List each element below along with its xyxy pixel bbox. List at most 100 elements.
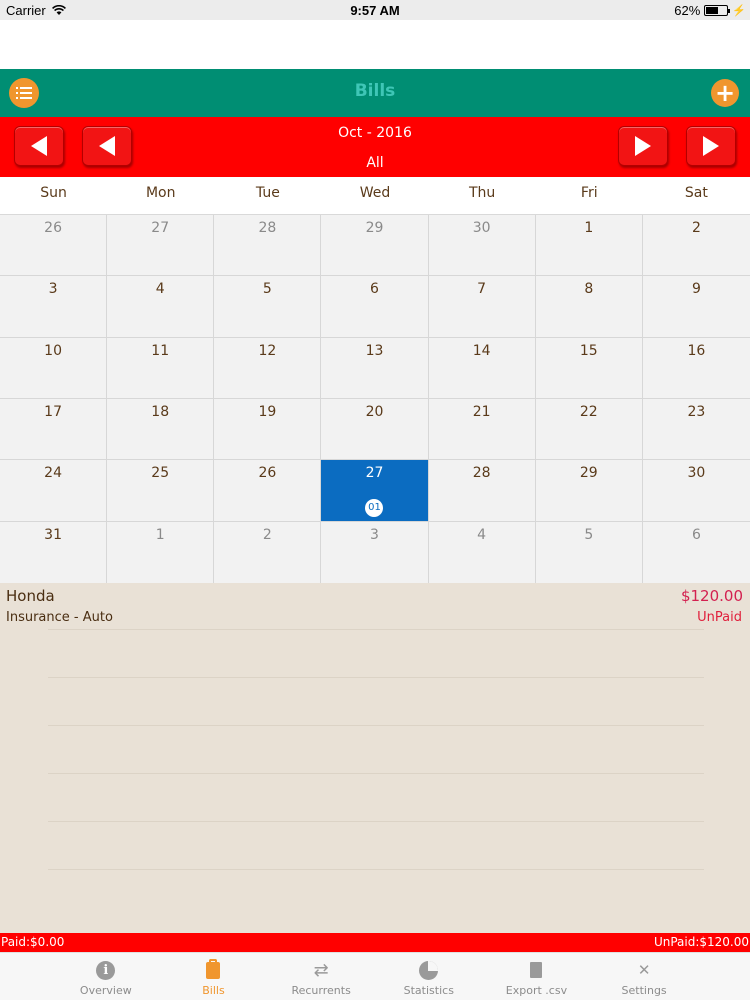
calendar-day[interactable]: 16	[642, 337, 750, 399]
calendar-day[interactable]: 12	[214, 337, 322, 399]
calendar-day[interactable]: 28	[214, 215, 322, 277]
tab-label: Settings	[621, 984, 667, 997]
calendar-day[interactable]: 7	[428, 276, 536, 338]
summary-bar: Paid:$0.00 UnPaid:$120.00	[0, 933, 750, 952]
calendar-day[interactable]: 9	[642, 276, 750, 338]
tab-label: Recurrents	[291, 984, 351, 997]
calendar-day[interactable]: 22	[535, 398, 643, 461]
weekday-label: Wed	[359, 185, 391, 201]
arrow-right-icon	[635, 136, 651, 156]
calendar-day[interactable]: 26	[0, 215, 108, 277]
bills-list: Honda Insurance - Auto $120.00 UnPaid	[0, 583, 750, 933]
page-title: Bills	[354, 81, 396, 101]
month-navigation: Oct - 2016 All	[0, 117, 750, 177]
calendar-day[interactable]: 8	[535, 276, 643, 338]
bill-category: Insurance - Auto	[6, 610, 113, 625]
tools-icon: ✕	[637, 961, 651, 979]
calendar-day[interactable]: 6	[321, 276, 429, 338]
calendar-day[interactable]: 30	[642, 460, 750, 522]
calendar-day[interactable]: 2	[214, 521, 322, 583]
tab-overview[interactable]: i Overview	[56, 953, 156, 1000]
calendar-day[interactable]: 18	[107, 398, 215, 461]
clock: 9:57 AM	[350, 3, 400, 18]
tab-label: Overview	[79, 984, 132, 997]
weekday-label: Sat	[684, 185, 708, 201]
paid-total: Paid:$0.00	[1, 935, 65, 949]
bill-row[interactable]: Honda Insurance - Auto $120.00 UnPaid	[0, 583, 750, 629]
calendar-day[interactable]: 23	[642, 398, 750, 461]
bills-icon	[206, 958, 221, 979]
calendar-day[interactable]: 29	[321, 215, 429, 277]
tab-export-csv[interactable]: Export .csv	[486, 953, 586, 1000]
repeat-icon: ⇄	[313, 959, 329, 981]
next-month-button[interactable]	[618, 126, 668, 166]
bill-name: Honda	[6, 587, 55, 605]
list-divider	[48, 869, 704, 870]
calendar-day[interactable]: 5	[535, 521, 643, 583]
calendar-day[interactable]: 25	[107, 460, 215, 522]
calendar-day[interactable]: 24	[0, 460, 108, 522]
unpaid-total: UnPaid:$120.00	[653, 935, 749, 949]
list-divider	[48, 821, 704, 822]
bill-count-badge: 01	[365, 498, 384, 517]
calendar-day[interactable]: 1	[107, 521, 215, 583]
weekday-header: Sun Mon Tue Wed Thu Fri Sat	[0, 177, 750, 215]
bill-amount: $120.00	[680, 587, 743, 605]
tab-settings[interactable]: ✕ Settings	[594, 953, 694, 1000]
bill-status: UnPaid	[697, 610, 742, 625]
tab-label: Statistics	[403, 984, 454, 997]
weekday-label: Thu	[468, 185, 496, 201]
list-divider	[48, 773, 704, 774]
calendar-day[interactable]: 26	[214, 460, 322, 522]
tab-label: Export .csv	[505, 984, 568, 997]
pie-chart-icon	[419, 960, 439, 980]
calendar-day[interactable]: 2	[642, 215, 750, 277]
calendar-day[interactable]: 3	[321, 521, 429, 583]
calendar-day[interactable]: 21	[428, 398, 536, 461]
title-bar: Bills +	[0, 69, 750, 117]
list-divider	[48, 725, 704, 726]
calendar-day[interactable]: 17	[0, 398, 108, 461]
calendar-grid: 26 27 28 29 30 1 2 3 4 5 6 7 8 9 10 11 1…	[0, 215, 750, 583]
calendar-day[interactable]: 31	[0, 521, 108, 583]
calendar-day[interactable]: 4	[428, 521, 536, 583]
calendar-day[interactable]: 5	[214, 276, 322, 338]
charging-icon: ⚡	[732, 5, 746, 17]
calendar-day[interactable]: 3	[0, 276, 108, 338]
calendar-day[interactable]: 27	[107, 215, 215, 277]
calendar-day[interactable]: 30	[428, 215, 536, 277]
tab-statistics[interactable]: Statistics	[379, 953, 479, 1000]
header-spacer	[0, 20, 750, 69]
calendar-day[interactable]: 4	[107, 276, 215, 338]
weekday-label: Tue	[255, 185, 280, 201]
calendar-day[interactable]: 28	[428, 460, 536, 522]
document-icon	[530, 962, 543, 978]
weekday-label: Sun	[40, 185, 67, 201]
calendar-day[interactable]: 29	[535, 460, 643, 522]
calendar-day[interactable]: 20	[321, 398, 429, 461]
list-divider	[48, 629, 704, 630]
add-bill-button[interactable]: +	[711, 79, 739, 107]
calendar-day[interactable]: 13	[321, 337, 429, 399]
weekday-label: Mon	[145, 185, 176, 201]
tab-bills[interactable]: Bills	[163, 953, 263, 1000]
calendar-day[interactable]: 15	[535, 337, 643, 399]
calendar-day[interactable]: 10	[0, 337, 108, 399]
next-year-button[interactable]	[686, 126, 736, 166]
weekday-label: Fri	[580, 185, 598, 201]
plus-icon: +	[714, 79, 736, 107]
battery-percent: 62%	[674, 3, 701, 18]
tab-label: Bills	[202, 984, 225, 997]
calendar-day[interactable]: 19	[214, 398, 322, 461]
tab-recurrents[interactable]: ⇄ Recurrents	[271, 953, 371, 1000]
selected-day-number: 27	[365, 465, 384, 482]
tab-bar: i Overview Bills ⇄ Recurrents Statistics…	[0, 952, 750, 1000]
list-divider	[48, 677, 704, 678]
calendar-day[interactable]: 11	[107, 337, 215, 399]
info-icon: i	[96, 960, 116, 980]
calendar-day-selected[interactable]: 27 01	[321, 460, 429, 522]
calendar-day[interactable]: 1	[535, 215, 643, 277]
battery-icon	[704, 5, 731, 16]
calendar-day[interactable]: 6	[642, 521, 750, 583]
calendar-day[interactable]: 14	[428, 337, 536, 399]
